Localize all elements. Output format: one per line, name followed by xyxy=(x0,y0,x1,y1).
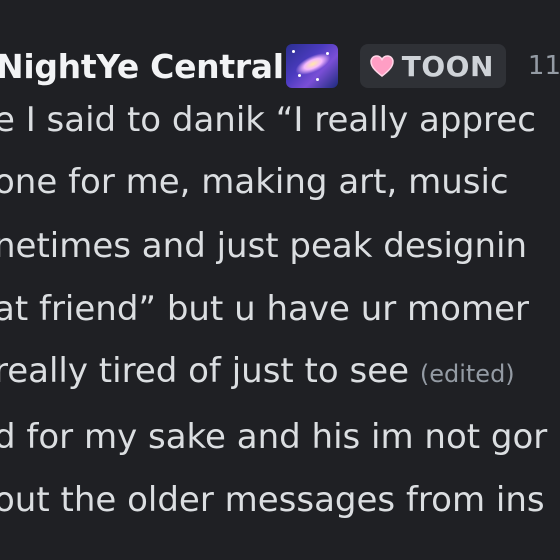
message-line: at friend” but u have ur momer xyxy=(0,289,529,329)
message-line: one for me, making art, music xyxy=(0,162,509,202)
username[interactable]: NightYe Central xyxy=(0,47,284,86)
message-line: d for my sake and his im not gor xyxy=(0,417,548,457)
message-line-edited: really tired of just to see (edited) xyxy=(0,351,515,394)
pink-heart-icon xyxy=(370,55,394,77)
role-tag-label: TOON xyxy=(401,49,494,83)
timestamp[interactable]: 11:5 xyxy=(528,51,560,81)
message-line: e I said to danik “I really apprec xyxy=(0,100,536,140)
message-line: netimes and just peak designin xyxy=(0,226,528,266)
message-header: NightYe Central TOON 11:5 xyxy=(0,38,560,94)
message-line-text: really tired of just to see xyxy=(0,351,410,391)
chat-message: NightYe Central TOON 11:5 e I said to da… xyxy=(0,0,560,560)
role-tag[interactable]: TOON xyxy=(359,44,506,88)
message-line: out the older messages from ins xyxy=(0,480,545,520)
galaxy-emoji-icon xyxy=(285,44,338,88)
edited-label: (edited) xyxy=(419,360,515,388)
